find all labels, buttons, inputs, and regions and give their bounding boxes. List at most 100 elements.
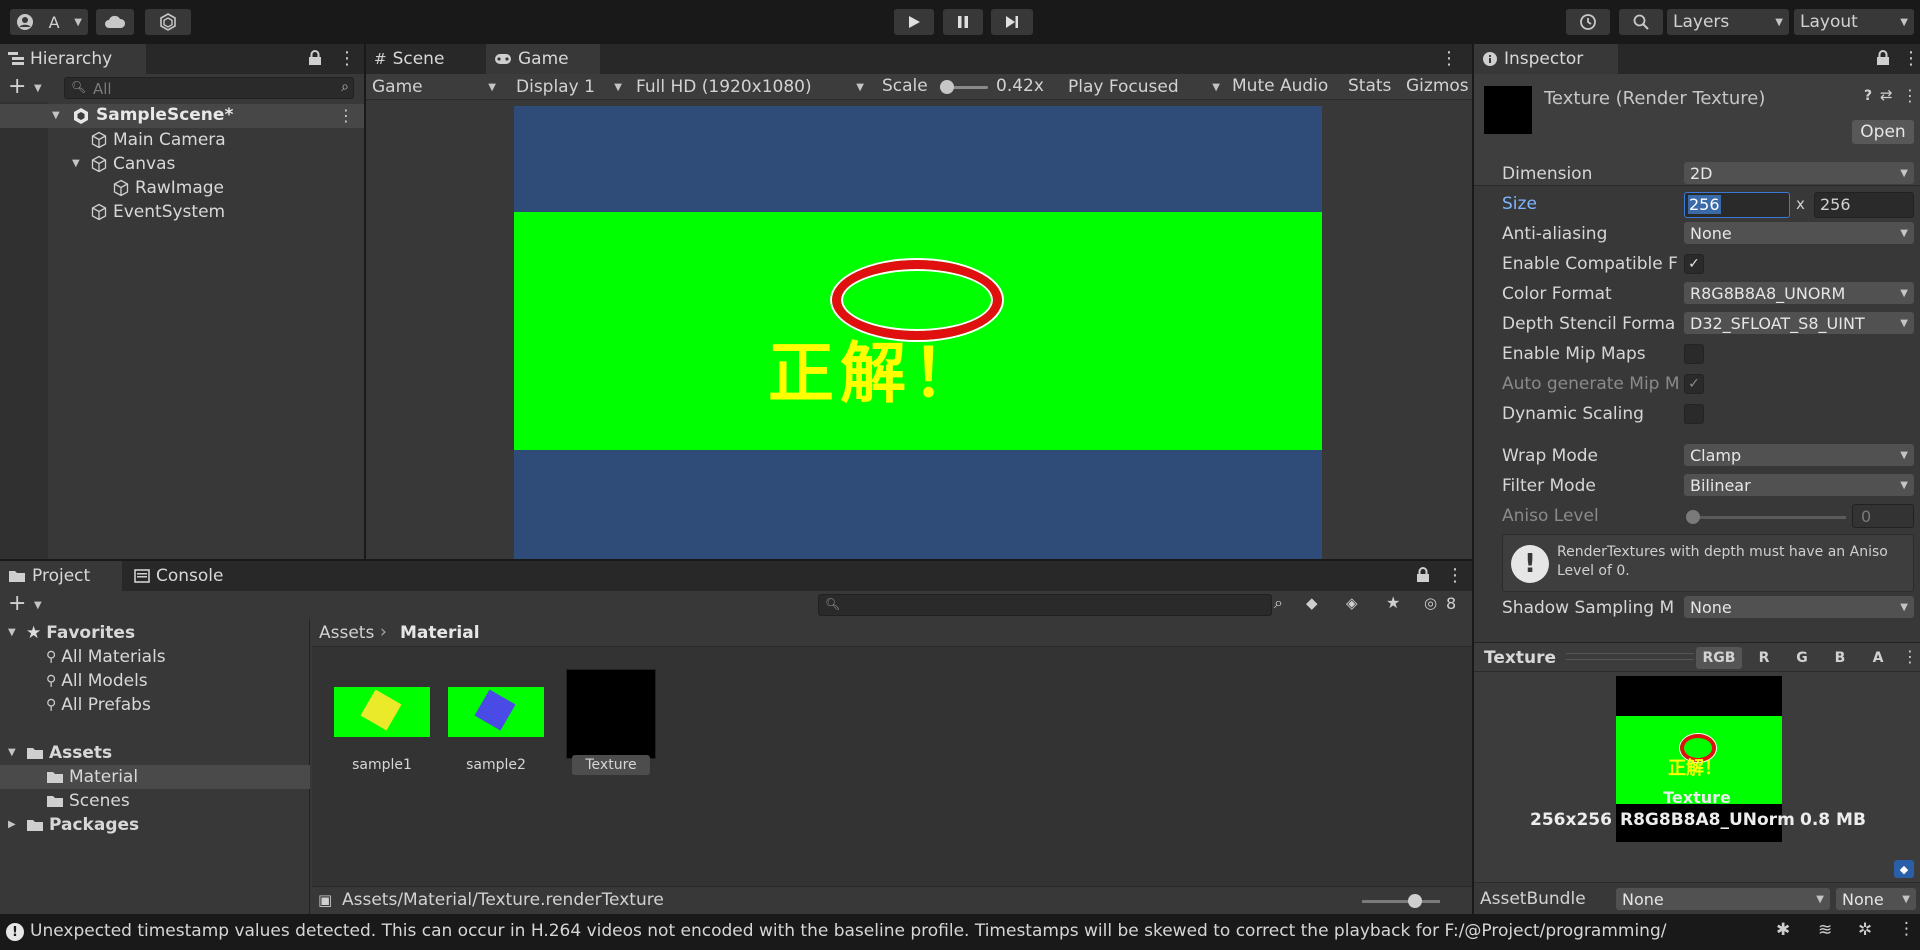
more-menu-icon[interactable]: ⋮	[1902, 86, 1918, 105]
favorite-item[interactable]: ⚲ All Prefabs	[46, 693, 151, 717]
history-button[interactable]	[1566, 9, 1610, 35]
hierarchy-search-input[interactable]: 🔍︎ All ⌕	[64, 77, 354, 99]
favorite-item[interactable]: ⚲ All Models	[46, 669, 148, 693]
chevron-down-icon[interactable]: ▼	[34, 83, 42, 94]
tab-scene[interactable]: # Scene	[366, 44, 484, 74]
layers-dropdown[interactable]: Layers ▼	[1667, 9, 1789, 35]
assetbundle-dropdown[interactable]: None ▼	[1616, 888, 1830, 910]
step-button[interactable]	[991, 9, 1033, 35]
debug-bug-icon[interactable]: ✱	[1776, 920, 1790, 940]
expand-arrow-icon[interactable]: ▼	[52, 110, 60, 121]
slider-handle[interactable]	[1686, 510, 1700, 524]
resolution-dropdown[interactable]: Full HD (1920x1080) ▼	[630, 74, 870, 100]
play-button[interactable]	[894, 9, 934, 35]
packages-folder[interactable]: Packages	[26, 813, 139, 837]
tab-hierarchy[interactable]: Hierarchy	[0, 44, 146, 74]
anti-aliasing-dropdown[interactable]: None ▼	[1684, 222, 1914, 244]
more-menu-icon[interactable]: ⋮	[1902, 48, 1920, 69]
lock-icon[interactable]	[308, 50, 322, 66]
folder-item-material[interactable]: Material	[46, 765, 138, 789]
more-menu-icon[interactable]: ⋮	[1902, 647, 1918, 666]
dynamic-scaling-checkbox[interactable]	[1684, 404, 1704, 424]
settings-sliders-icon[interactable]: ⇄	[1880, 86, 1893, 104]
asset-tile[interactable]: sample1	[332, 669, 432, 779]
hierarchy-item[interactable]: Canvas	[90, 152, 175, 176]
channel-r-button[interactable]: R	[1746, 647, 1782, 669]
asset-tile[interactable]: Texture	[558, 669, 658, 779]
progress-icon[interactable]: ✲	[1858, 920, 1872, 940]
account-dropdown[interactable]: A ▼	[10, 9, 88, 35]
expand-arrow-icon[interactable]: ▶	[8, 819, 16, 830]
width-field[interactable]: 256	[1684, 192, 1790, 218]
chevron-down-icon[interactable]: ▼	[34, 600, 42, 611]
gizmos-button[interactable]: Gizmos	[1406, 76, 1469, 96]
folder-item-scenes[interactable]: Scenes	[46, 789, 130, 813]
search-button[interactable]	[1619, 9, 1663, 35]
assetbundle-variant-dropdown[interactable]: None ▼	[1836, 888, 1916, 910]
lock-icon[interactable]	[1416, 567, 1430, 583]
thumbnail-size-slider[interactable]	[1362, 894, 1440, 908]
mip-maps-checkbox[interactable]	[1684, 344, 1704, 364]
scene-row[interactable]: ▼ SampleScene* ⋮	[0, 104, 364, 128]
tab-game[interactable]: Game	[486, 44, 600, 74]
filter-mode-dropdown[interactable]: Bilinear ▼	[1684, 474, 1914, 496]
pause-button[interactable]	[943, 9, 983, 35]
status-message[interactable]: Unexpected timestamp values detected. Th…	[30, 921, 1730, 941]
dimension-dropdown[interactable]: 2D ▼	[1684, 162, 1914, 184]
filter-type-icon[interactable]: ◆	[1306, 594, 1318, 612]
tab-project[interactable]: Project	[0, 561, 122, 591]
favorite-star-icon[interactable]: ★	[1386, 593, 1400, 612]
cache-icon[interactable]: ≋	[1818, 920, 1832, 940]
mute-audio-button[interactable]: Mute Audio	[1232, 76, 1328, 96]
add-icon[interactable]: +	[8, 74, 26, 99]
aniso-slider[interactable]	[1686, 510, 1846, 524]
project-search-input[interactable]: 🔍︎	[818, 594, 1272, 616]
channel-b-button[interactable]: B	[1822, 647, 1858, 669]
search-options-icon[interactable]: ⌕	[1274, 593, 1283, 613]
assets-folder[interactable]: Assets	[26, 741, 112, 765]
depth-stencil-dropdown[interactable]: D32_SFLOAT_S8_UINT ▼	[1684, 312, 1914, 334]
scale-slider[interactable]	[940, 80, 988, 94]
hierarchy-item[interactable]: Main Camera	[90, 128, 226, 152]
display-mode-dropdown[interactable]: Game ▼	[366, 74, 502, 100]
hierarchy-item[interactable]: EventSystem	[90, 200, 225, 224]
add-icon[interactable]: +	[8, 591, 26, 616]
hidden-packages-icon[interactable]: ◎	[1424, 594, 1437, 612]
aniso-value-field[interactable]: 0	[1852, 504, 1914, 528]
game-viewport[interactable]: 正解！	[514, 106, 1322, 559]
breadcrumb-root[interactable]: Assets	[319, 623, 374, 643]
layout-dropdown[interactable]: Layout ▼	[1794, 9, 1914, 35]
channel-rgb-button[interactable]: RGB	[1696, 647, 1742, 669]
display-dropdown[interactable]: Display 1 ▼	[510, 74, 628, 100]
breadcrumb-current[interactable]: Material	[400, 623, 480, 643]
help-icon[interactable]: ?	[1864, 88, 1872, 104]
wrap-mode-dropdown[interactable]: Clamp ▼	[1684, 444, 1914, 466]
expand-arrow-icon[interactable]: ▼	[8, 627, 16, 638]
more-menu-icon[interactable]: ⋮	[338, 106, 354, 125]
color-format-dropdown[interactable]: R8G8B8A8_UNORM ▼	[1684, 282, 1914, 304]
favorites-header[interactable]: ★ Favorites	[26, 621, 135, 645]
height-field[interactable]: 256	[1814, 192, 1914, 218]
stats-button[interactable]: Stats	[1348, 76, 1391, 96]
expand-arrow-icon[interactable]: ▼	[8, 747, 16, 758]
filter-label-icon[interactable]: ◈	[1346, 594, 1358, 612]
favorite-item[interactable]: ⚲ All Materials	[46, 645, 166, 669]
play-mode-dropdown[interactable]: Play Focused ▼	[1062, 74, 1226, 100]
search-options-icon[interactable]: ⌕	[341, 79, 349, 95]
tab-inspector[interactable]: Inspector	[1474, 44, 1618, 74]
expand-arrow-icon[interactable]: ▼	[72, 158, 80, 169]
open-button[interactable]: Open	[1852, 120, 1914, 144]
collab-button[interactable]	[145, 9, 191, 35]
channel-a-button[interactable]: A	[1860, 647, 1896, 669]
hierarchy-item[interactable]: RawImage	[112, 176, 224, 200]
more-menu-icon[interactable]: ⋮	[1440, 48, 1458, 69]
lock-icon[interactable]	[1876, 50, 1890, 66]
preview-drag-handle[interactable]	[1566, 653, 1694, 660]
shadow-sampling-dropdown[interactable]: None ▼	[1684, 596, 1914, 618]
slider-handle[interactable]	[1408, 894, 1422, 908]
asset-tile[interactable]: sample2	[446, 669, 546, 779]
more-menu-icon[interactable]: ⋮	[1898, 919, 1915, 939]
more-menu-icon[interactable]: ⋮	[1446, 565, 1464, 586]
label-tag-icon[interactable]: ◆	[1894, 860, 1914, 878]
slider-handle[interactable]	[940, 80, 954, 94]
